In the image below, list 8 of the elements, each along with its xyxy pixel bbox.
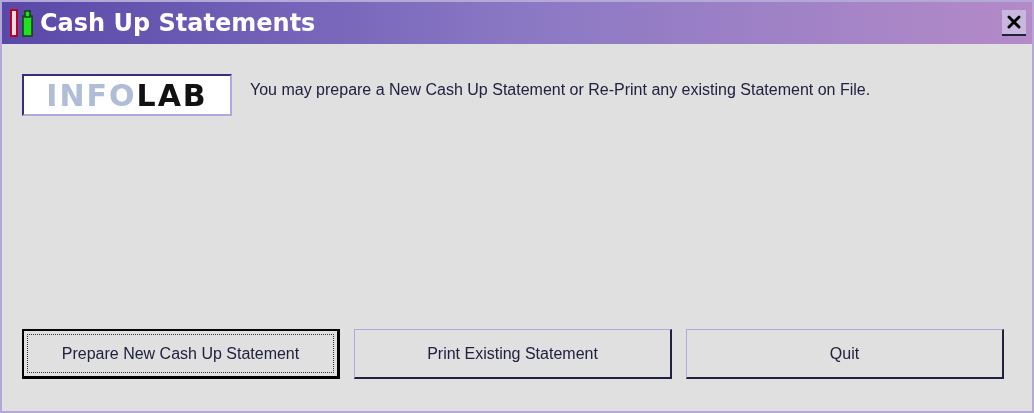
dialog-button[interactable]: Prepare New Cash Up Statement [22,329,340,379]
window-title: Cash Up Statements [40,8,316,39]
dialog-button[interactable]: Quit [686,329,1004,379]
message-text: You may prepare a New Cash Up Statement or Re-Print any existing Statement on File. [250,80,871,100]
logo: INFOLAB [22,74,232,116]
close-button[interactable] [1002,10,1026,36]
bottles-icon [8,8,36,38]
dialog-button[interactable]: Print Existing Statement [354,329,672,379]
